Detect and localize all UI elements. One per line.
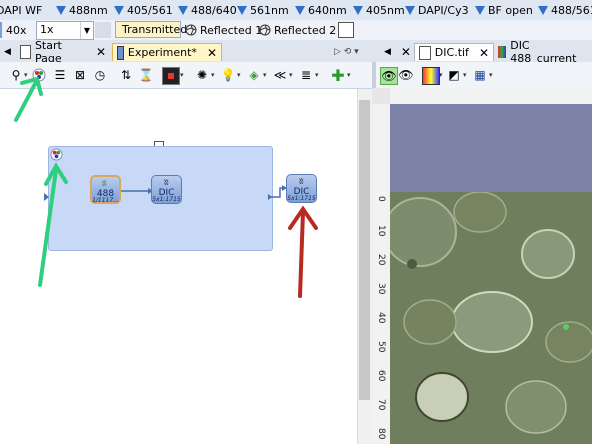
tab-dic-488[interactable]: DIC 488_current_ [494,39,592,65]
channel-button-488-561[interactable]: 488/561 [537,2,592,18]
channel-button-dapi-cy3[interactable]: DAPI/Cy3 [404,2,469,18]
overlay-icon[interactable]: ◩ [446,67,462,83]
eye-icon[interactable]: 👁 [380,67,398,85]
close-icon[interactable]: ✕ [479,46,489,60]
channel-label: 488/561 [551,3,592,17]
grid-layout-icon[interactable]: ▦ [472,67,488,83]
ruler-tick-label: 60 [376,370,386,382]
ruler-tick-label: 20 [376,254,386,266]
red-arrow-node [288,205,318,298]
tab-dic-tif[interactable]: DIC.tif ✕ [414,43,494,61]
ruler-tick-label: 10 [376,225,386,237]
close-icon[interactable]: ✕ [401,45,411,59]
ruler-tick-label: 80 [376,428,386,440]
ruler-tick-label: 0 [376,196,386,202]
ruler-vertical [372,104,391,444]
image-file-icon [419,45,431,60]
channel-label: DAPI/Cy3 [418,3,469,17]
eye-outline-icon[interactable]: 👁 [398,67,414,83]
ruler-tick-label: 30 [376,283,386,295]
dic-image[interactable] [390,192,592,444]
channel-button-bf-open[interactable]: BF open [474,2,533,18]
tab-label: DIC.tif [434,46,469,59]
annotation-arrows [14,76,318,298]
ruler-tick-label: 40 [376,312,386,324]
ruler-tick-label: 70 [376,399,386,411]
green-arrow-toolbar [14,76,43,122]
ruler-horizontal [390,88,592,105]
channel-label: BF open [488,3,533,17]
green-arrow-block [38,162,68,287]
channel-icon [475,6,485,15]
image-toolbar: 👁 👁 ▾ ◩ ▾ ▦ ▾ [376,62,592,89]
chevron-down-icon[interactable]: ▾ [463,71,467,79]
chevron-down-icon[interactable]: ▾ [439,71,443,79]
lut-icon[interactable] [422,67,440,85]
image-background [390,104,592,192]
ruler-tick-label: 50 [376,341,386,353]
multichannel-file-icon [498,46,507,58]
channel-icon [538,6,548,15]
channel-icon [405,6,415,15]
tab-scroll-left-icon-right[interactable]: ◀ ✕ [380,43,411,61]
chevron-down-icon[interactable]: ▾ [489,71,493,79]
ruler-corner [372,88,390,104]
cell-image-graphic [390,192,592,444]
